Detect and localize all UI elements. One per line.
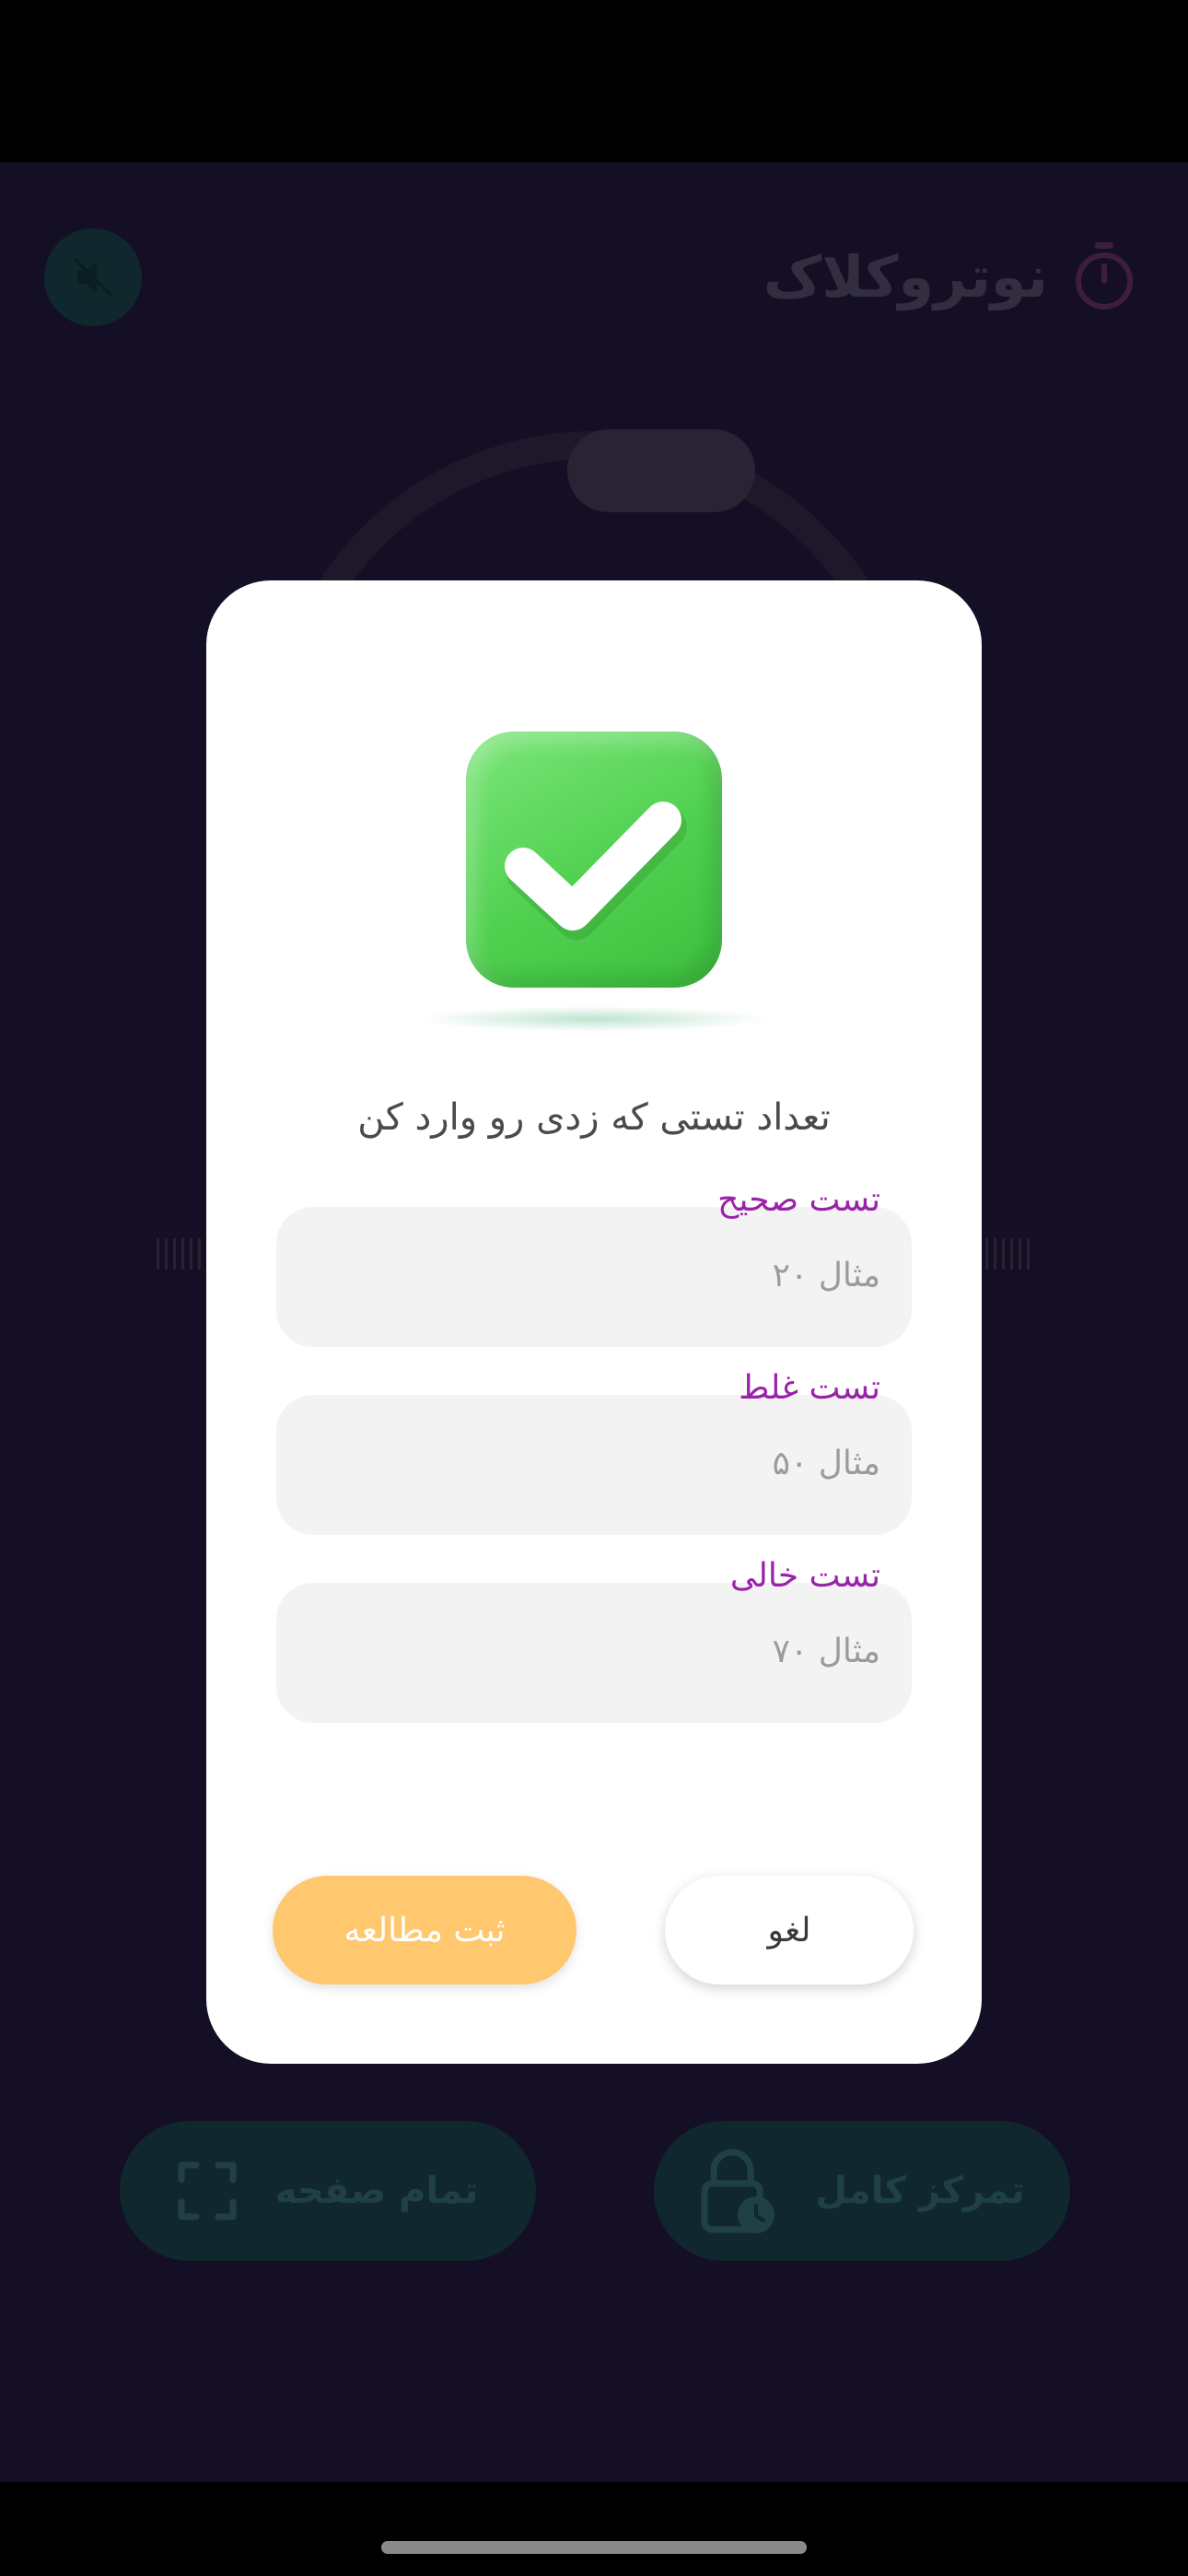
checkmark-badge xyxy=(466,732,722,988)
correct-tests-input[interactable]: مثال ۲۰ xyxy=(276,1207,912,1347)
home-indicator[interactable] xyxy=(381,2541,807,2554)
wrong-tests-label: تست غلط xyxy=(739,1369,880,1407)
blank-tests-input[interactable]: مثال ۷۰ xyxy=(276,1583,912,1723)
blank-tests-placeholder: مثال ۷۰ xyxy=(772,1633,880,1670)
save-study-button[interactable]: ثبت مطالعه xyxy=(273,1876,577,1985)
checkmark-shadow xyxy=(416,1006,772,1032)
correct-tests-placeholder: مثال ۲۰ xyxy=(772,1257,880,1294)
dialog-title: تعداد تستی که زدی رو وارد کن xyxy=(357,1096,831,1139)
checkmark-icon xyxy=(505,802,687,940)
cancel-button[interactable]: لغو xyxy=(665,1876,914,1985)
bottom-bar xyxy=(0,2482,1188,2576)
wrong-tests-input[interactable]: مثال ۵۰ xyxy=(276,1395,912,1535)
wrong-tests-placeholder: مثال ۵۰ xyxy=(772,1445,880,1482)
blank-tests-label: تست خالی xyxy=(729,1557,880,1595)
study-result-dialog: تعداد تستی که زدی رو وارد کن تست صحیح مث… xyxy=(206,580,982,2064)
correct-tests-label: تست صحیح xyxy=(717,1181,880,1219)
status-bar xyxy=(0,0,1188,162)
